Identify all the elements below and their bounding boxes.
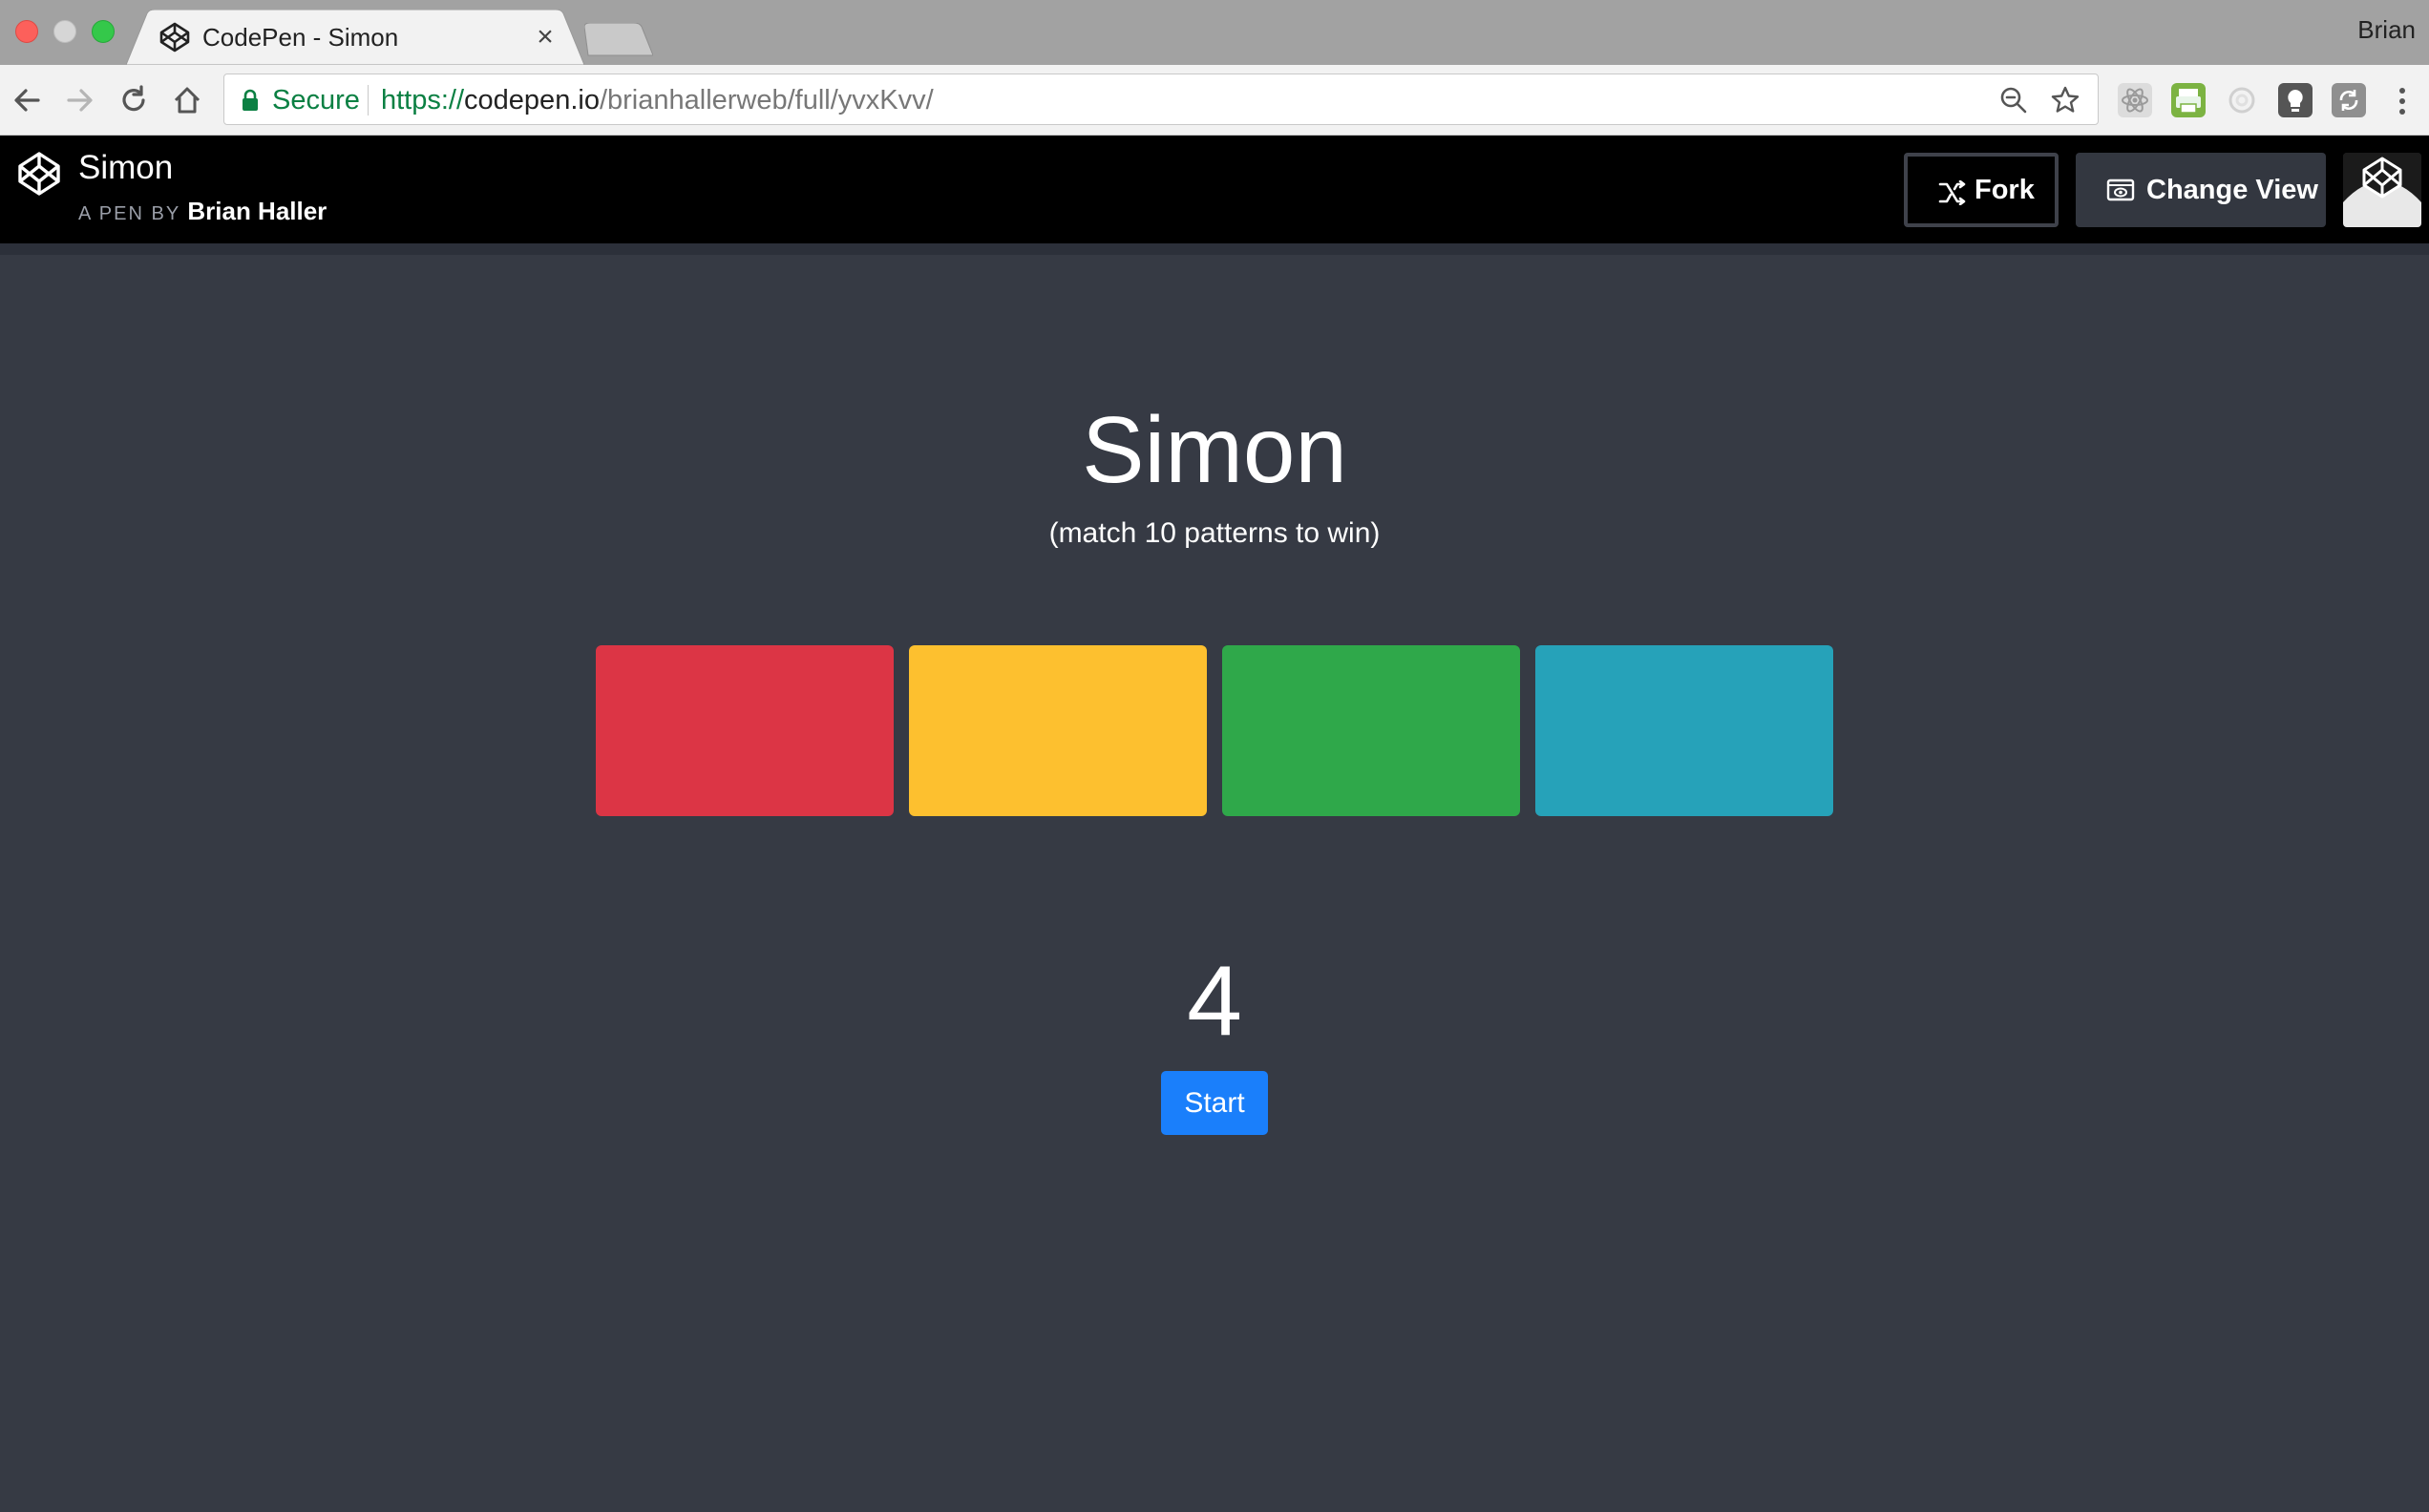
browser-toolbar: Secure https://codepen.io/brianhallerweb…: [0, 65, 2429, 136]
pad-yellow[interactable]: [909, 645, 1207, 816]
bookmark-star-icon[interactable]: [2050, 85, 2080, 116]
extension-print-icon[interactable]: [2171, 83, 2206, 117]
window-close-button[interactable]: [15, 20, 38, 43]
window-maximize-button[interactable]: [92, 20, 115, 43]
codepen-header: Simon A PEN BY Brian Haller Fork Change …: [0, 136, 2429, 243]
security-label: Secure: [272, 85, 360, 116]
pad-blue[interactable]: [1535, 645, 1833, 816]
extension-sync-icon[interactable]: [2332, 83, 2366, 117]
fork-label: Fork: [1975, 175, 2035, 205]
home-icon[interactable]: [168, 81, 206, 119]
author-link[interactable]: Brian Haller: [187, 197, 327, 225]
tab-codepen-simon[interactable]: CodePen - Simon ×: [126, 10, 584, 65]
url-text: https://codepen.io/brianhallerweb/full/y…: [381, 85, 934, 116]
window-minimize-button[interactable]: [53, 20, 76, 43]
codepen-logo-icon[interactable]: [15, 150, 63, 198]
change-view-button[interactable]: Change View: [2076, 153, 2326, 227]
reload-icon[interactable]: [115, 81, 153, 119]
pad-green[interactable]: [1222, 645, 1520, 816]
pen-preview: Simon (match 10 patterns to win) 4 Start: [0, 255, 2429, 1512]
lock-icon: [243, 89, 258, 111]
pen-byline: A PEN BY Brian Haller: [78, 198, 327, 227]
round-counter: 4: [1187, 946, 1242, 1057]
zoom-icon[interactable]: [1998, 85, 2029, 116]
fork-icon: [1938, 180, 1966, 205]
address-separator: [368, 85, 369, 116]
eye-window-icon: [2106, 178, 2135, 201]
game-subtitle: (match 10 patterns to win): [1048, 517, 1381, 549]
extension-lightbulb-icon[interactable]: [2278, 83, 2313, 117]
codepen-favicon-icon: [159, 22, 190, 52]
start-button[interactable]: Start: [1161, 1071, 1268, 1135]
profile-name[interactable]: Brian: [2357, 15, 2416, 45]
fork-button[interactable]: Fork: [1904, 153, 2059, 227]
address-bar[interactable]: Secure https://codepen.io/brianhallerweb…: [223, 74, 2099, 125]
pen-title: Simon: [78, 149, 174, 186]
tab-title: CodePen - Simon: [202, 23, 399, 52]
header-divider: [0, 243, 2429, 255]
back-arrow-icon[interactable]: [8, 81, 46, 119]
change-view-label: Change View: [2146, 175, 2318, 205]
extension-spinner-icon[interactable]: [2225, 83, 2259, 117]
tab-close-icon[interactable]: ×: [531, 21, 560, 53]
new-tab-button[interactable]: [584, 23, 653, 57]
pad-red[interactable]: [596, 645, 894, 816]
extension-react-icon[interactable]: [2118, 83, 2152, 117]
user-avatar[interactable]: [2343, 153, 2421, 227]
browser-menu-icon[interactable]: [2393, 82, 2412, 120]
game-title: Simon: [1082, 397, 1347, 502]
forward-arrow-icon[interactable]: [61, 81, 99, 119]
browser-tabstrip: CodePen - Simon × Brian: [0, 0, 2429, 65]
byline-prefix: A PEN BY: [78, 203, 180, 224]
